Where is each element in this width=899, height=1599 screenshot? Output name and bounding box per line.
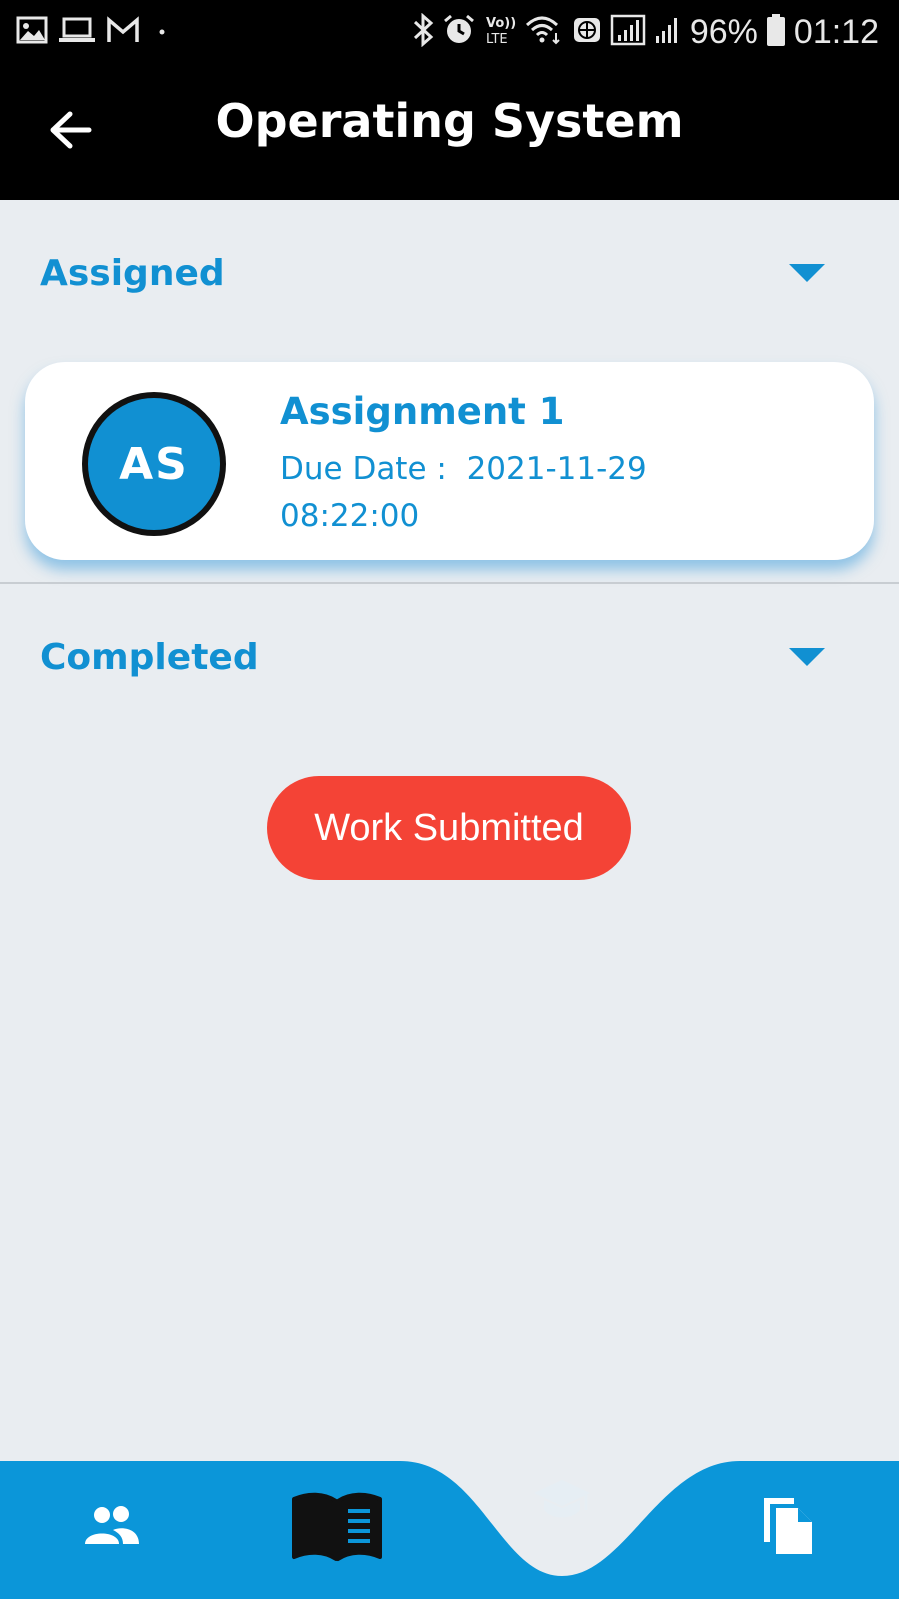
battery-icon [766,13,786,51]
battery-percent: 96% [689,12,758,51]
alarm-icon [442,13,476,51]
image-icon [16,16,48,48]
documents-icon [760,1494,816,1560]
status-left-icons [16,14,174,50]
assignment-title: Assignment 1 [280,390,565,433]
wifi-icon [524,13,564,51]
caret-down-icon [789,264,825,282]
volte-icon: Vo)) LTE [484,13,516,51]
work-submitted-button[interactable]: Work Submitted [267,776,631,880]
signal-icon [654,13,682,51]
bluetooth-icon [412,12,434,51]
gmail-icon [106,16,140,48]
caret-down-icon [789,648,825,666]
assignment-card[interactable]: AS Assignment 1 Due Date : 2021-11-29 08… [25,362,874,560]
graduation-cap-icon [532,1476,592,1526]
due-date-label: Due Date : [280,451,447,487]
status-bar: Vo)) LTE 96% 01:12 [0,0,899,64]
dot-icon [150,16,174,48]
status-right-icons: Vo)) LTE 96% 01:12 [412,10,879,54]
signal-icon [610,13,646,51]
completed-section-header[interactable]: Completed [40,627,839,687]
laptop-icon [58,16,96,48]
due-date: Due Date : 2021-11-29 08:22:00 [280,446,700,540]
vpn-icon [572,13,602,51]
nav-documents[interactable] [752,1491,824,1563]
app-bar: Operating System [0,64,899,200]
section-divider [0,582,899,584]
svg-text:Vo)): Vo)) [486,16,516,31]
assigned-section-title: Assigned [40,252,225,294]
nav-people[interactable] [70,1495,154,1559]
page-title: Operating System [215,94,684,148]
nav-book[interactable] [288,1489,386,1569]
assigned-section-header[interactable]: Assigned [40,243,839,303]
avatar: AS [82,392,226,536]
bottom-navigation [0,1461,899,1599]
people-icon [81,1504,143,1550]
svg-text:LTE: LTE [486,32,508,47]
nav-graduation[interactable] [530,1475,594,1527]
completed-section-title: Completed [40,636,259,678]
book-icon [290,1491,384,1567]
clock: 01:12 [793,12,879,51]
